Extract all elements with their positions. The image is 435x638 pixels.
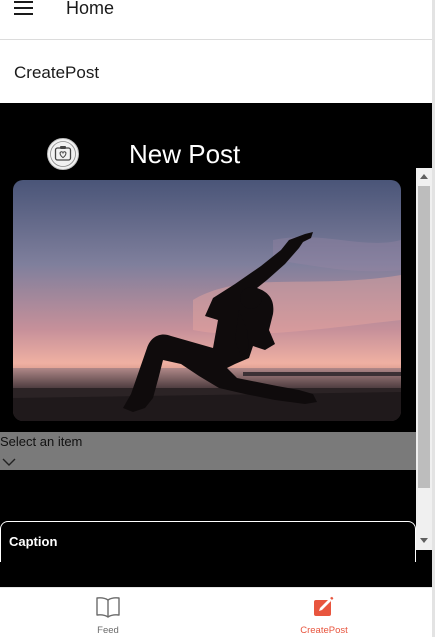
- tab-feed-label: Feed: [97, 625, 119, 636]
- page-title: CreatePost: [14, 63, 100, 82]
- new-post-title: New Post: [129, 139, 241, 169]
- create-post-content: New Post Select an item Caption: [0, 103, 432, 587]
- bottom-tab-bar: Feed CreatePost: [0, 587, 432, 638]
- content-scrollbar[interactable]: [416, 168, 432, 550]
- item-picker[interactable]: Select an item: [0, 432, 416, 470]
- hamburger-menu-icon[interactable]: [14, 0, 34, 16]
- edit-square-icon: [312, 596, 336, 623]
- book-open-icon: [95, 596, 121, 623]
- header-title: Home: [66, 0, 115, 18]
- app-header: Home: [0, 0, 432, 40]
- tab-feed[interactable]: Feed: [0, 588, 216, 638]
- picker-placeholder: Select an item: [0, 434, 83, 449]
- scroll-up-arrow-icon[interactable]: [420, 174, 428, 179]
- app-logo-icon: [47, 138, 79, 170]
- scroll-down-arrow-icon[interactable]: [420, 538, 428, 543]
- caption-label: Caption: [9, 534, 58, 549]
- tab-createpost-label: CreatePost: [300, 625, 348, 636]
- tab-createpost[interactable]: CreatePost: [216, 588, 432, 638]
- scroll-thumb[interactable]: [418, 186, 430, 488]
- caption-input[interactable]: Caption: [0, 521, 416, 562]
- chevron-down-icon[interactable]: [2, 453, 16, 471]
- page-header: CreatePost: [0, 40, 432, 103]
- post-image[interactable]: [13, 180, 401, 421]
